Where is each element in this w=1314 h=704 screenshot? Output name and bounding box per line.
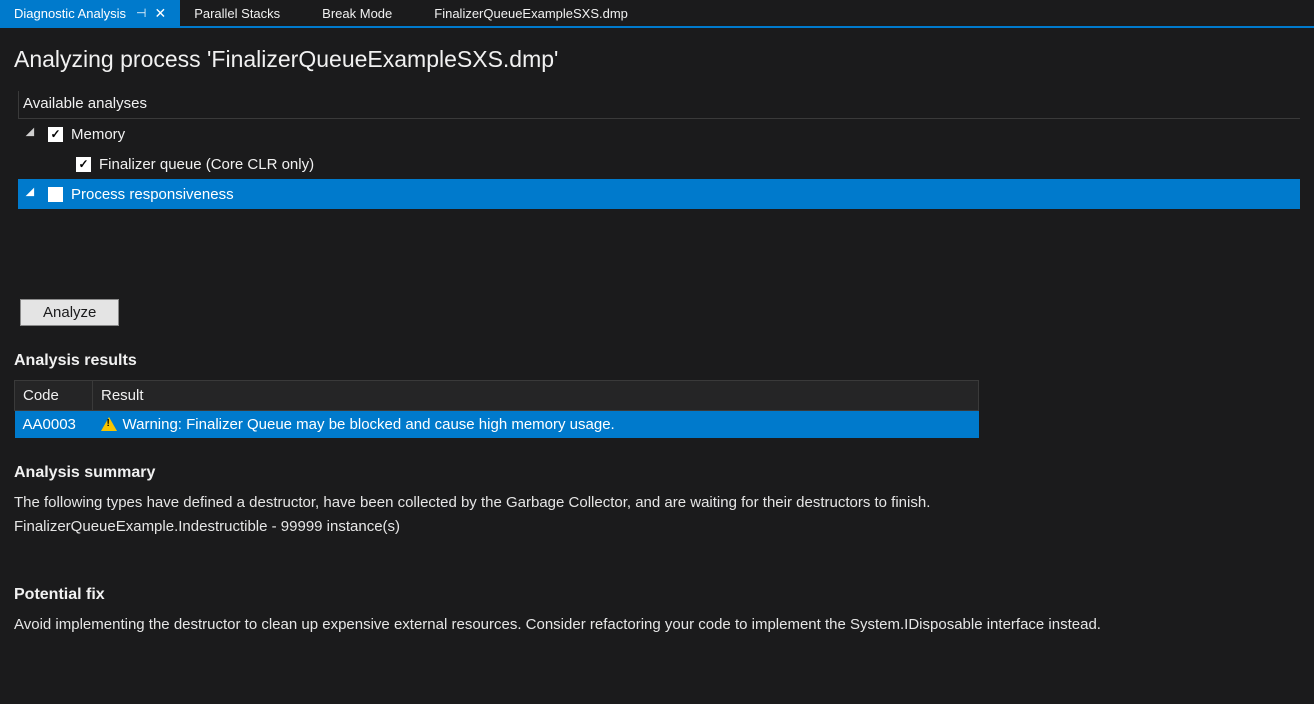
pin-icon[interactable]: ⊣ [136, 6, 146, 20]
tab-diagnostic-analysis[interactable]: Diagnostic Analysis ⊣ ✕ [0, 0, 180, 26]
expander-icon[interactable] [26, 128, 39, 141]
result-text: Warning: Finalizer Queue may be blocked … [93, 411, 979, 439]
tree-row-finalizer-queue[interactable]: Finalizer queue (Core CLR only) [18, 149, 1300, 179]
tab-label: Parallel Stacks [194, 6, 280, 21]
results-header-row: Code Result [15, 381, 979, 411]
tab-label: Diagnostic Analysis [14, 6, 126, 21]
tree-label: Finalizer queue (Core CLR only) [99, 156, 314, 173]
checkbox-process-responsiveness[interactable] [48, 187, 63, 202]
checkbox-finalizer[interactable] [76, 157, 91, 172]
warning-icon [101, 417, 117, 431]
tab-parallel-stacks[interactable]: Parallel Stacks [180, 0, 294, 26]
analyses-tree: Memory Finalizer queue (Core CLR only) P… [18, 118, 1300, 209]
analysis-summary-body: The following types have defined a destr… [14, 492, 1300, 538]
summary-line: The following types have defined a destr… [14, 492, 1300, 514]
tree-row-process-responsiveness[interactable]: Process responsiveness [18, 179, 1300, 209]
col-header-code[interactable]: Code [15, 381, 93, 411]
potential-fix-title: Potential fix [14, 586, 1300, 604]
tree-label: Process responsiveness [71, 186, 234, 203]
close-icon[interactable]: ✕ [154, 6, 166, 20]
tree-label: Memory [71, 126, 125, 143]
analysis-summary-title: Analysis summary [14, 464, 1300, 482]
fix-text: Avoid implementing the destructor to cle… [14, 614, 1300, 636]
tab-break-mode[interactable]: Break Mode [294, 0, 420, 26]
tab-dump-file[interactable]: FinalizerQueueExampleSXS.dmp [420, 0, 642, 26]
page-content: Analyzing process 'FinalizerQueueExample… [0, 28, 1314, 635]
page-title: Analyzing process 'FinalizerQueueExample… [14, 46, 1300, 73]
analysis-results-title: Analysis results [14, 352, 1300, 370]
available-analyses-header: Available analyses [18, 91, 1300, 118]
tab-label: Break Mode [322, 6, 392, 21]
results-table: Code Result AA0003 Warning: Finalizer Qu… [14, 380, 979, 438]
summary-line: FinalizerQueueExample.Indestructible - 9… [14, 516, 1300, 538]
checkbox-memory[interactable] [48, 127, 63, 142]
expander-icon[interactable] [26, 188, 39, 201]
table-row[interactable]: AA0003 Warning: Finalizer Queue may be b… [15, 411, 979, 439]
tab-label: FinalizerQueueExampleSXS.dmp [434, 6, 628, 21]
analyze-button[interactable]: Analyze [20, 299, 119, 326]
result-code: AA0003 [15, 411, 93, 439]
analyze-area: Analyze [14, 209, 1300, 326]
tree-row-memory[interactable]: Memory [18, 119, 1300, 149]
col-header-result[interactable]: Result [93, 381, 979, 411]
available-analyses: Available analyses Memory Finalizer queu… [14, 91, 1300, 209]
potential-fix-body: Avoid implementing the destructor to cle… [14, 614, 1300, 636]
tab-strip: Diagnostic Analysis ⊣ ✕ Parallel Stacks … [0, 0, 1314, 28]
